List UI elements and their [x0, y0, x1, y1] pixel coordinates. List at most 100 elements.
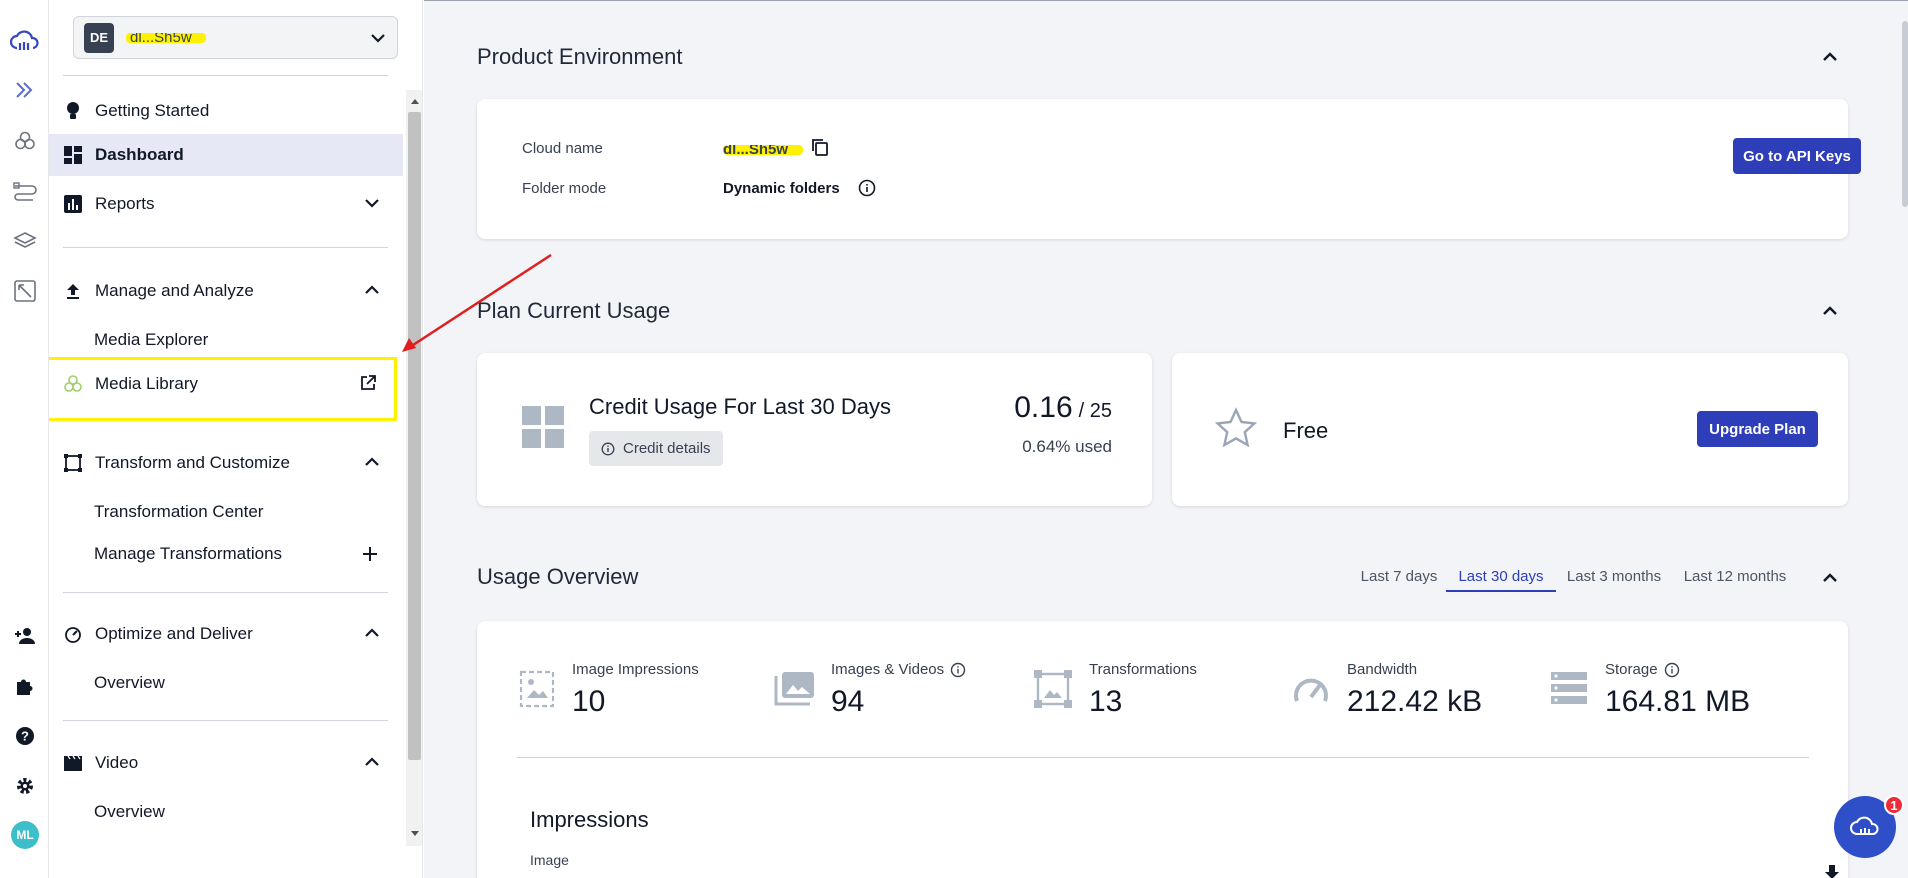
credit-details-label: Credit details [623, 440, 711, 457]
nav-getting-started[interactable]: Getting Started [49, 90, 403, 132]
credit-percent: 0.64% used [1022, 437, 1112, 456]
credit-usage-title: Credit Usage For Last 30 Days [589, 394, 892, 419]
credit-total: / 25 [1078, 400, 1112, 422]
nav-manage-analyze[interactable]: Manage and Analyze [49, 270, 403, 312]
nav-label: Optimize and Deliver [95, 624, 253, 643]
product-environment-card: Cloud name dl...Sh5w Folder mode Dynamic… [477, 99, 1861, 239]
nav-manage-transformations[interactable]: Manage Transformations [94, 537, 282, 571]
nav-label: Getting Started [95, 101, 210, 120]
images-videos-icon [774, 670, 816, 706]
folder-mode-value: Dynamic folders [723, 180, 840, 197]
clapperboard-icon [63, 753, 83, 773]
nav-transform-customize[interactable]: Transform and Customize [49, 442, 403, 484]
chevron-up-icon[interactable] [1818, 45, 1842, 69]
stat-label-storage: Storage [1605, 661, 1680, 678]
section-title-product-environment: Product Environment [477, 44, 683, 69]
info-icon[interactable] [1664, 662, 1680, 678]
divider [63, 247, 388, 248]
notification-badge: 1 [1884, 795, 1904, 815]
nav-dashboard[interactable]: Dashboard [49, 134, 403, 176]
nav-reports[interactable]: Reports [49, 183, 403, 225]
impressions-subtitle: Image [530, 852, 569, 868]
chevron-up-icon[interactable] [363, 453, 381, 471]
tab-last-12-months[interactable]: Last 12 months [1676, 562, 1794, 592]
info-icon[interactable] [858, 179, 876, 197]
scroll-up-arrow-icon[interactable] [406, 92, 422, 109]
tab-last-7-days[interactable]: Last 7 days [1354, 562, 1444, 592]
stat-value-images-videos: 94 [831, 685, 865, 718]
lightbulb-icon [63, 101, 83, 121]
go-to-api-keys-button[interactable]: Go to API Keys [1733, 138, 1861, 174]
main-scrollbar-thumb[interactable] [1902, 21, 1908, 207]
storage-icon [1551, 672, 1587, 704]
chevron-up-icon[interactable] [363, 753, 381, 771]
info-icon [601, 442, 615, 456]
speedometer-icon [63, 624, 83, 644]
section-title-usage-overview: Usage Overview [477, 564, 639, 589]
stat-value-storage: 164.81 MB [1605, 685, 1751, 718]
nav-transformation-center[interactable]: Transformation Center [94, 495, 263, 529]
credit-usage-card: Credit Usage For Last 30 Days Credit det… [477, 353, 1152, 506]
tab-last-3-months[interactable]: Last 3 months [1560, 562, 1668, 592]
user-avatar[interactable]: ML [11, 821, 39, 849]
layers-icon[interactable] [8, 224, 41, 257]
credit-details-button[interactable]: Credit details [589, 431, 723, 466]
sidebar: DE dl...Sh5w Getting Started Dashboard R… [49, 0, 423, 878]
stat-value-bandwidth: 212.42 kB [1347, 685, 1483, 718]
help-icon[interactable]: ? [8, 719, 41, 752]
chevron-up-icon[interactable] [363, 281, 381, 299]
upgrade-plan-button[interactable]: Upgrade Plan [1697, 411, 1818, 447]
nav-optimize-deliver[interactable]: Optimize and Deliver [49, 613, 403, 655]
chevron-down-icon[interactable] [363, 194, 381, 212]
usage-overview-card: Image Impressions 10 Images & Videos 94 … [477, 621, 1848, 878]
stat-label-image-impressions: Image Impressions [572, 661, 699, 678]
sidebar-scrollbar-thumb[interactable] [408, 112, 421, 760]
nav-video[interactable]: Video [49, 742, 403, 784]
stat-label-images-videos: Images & Videos [831, 661, 966, 678]
star-icon [1215, 407, 1257, 449]
divider [63, 720, 388, 721]
crop-tool-icon[interactable] [8, 274, 41, 307]
nav-label: Dashboard [95, 145, 184, 164]
nav-label: Manage and Analyze [95, 281, 254, 300]
environment-selector[interactable]: DE dl...Sh5w [73, 16, 398, 59]
stat-value-transformations: 13 [1089, 685, 1123, 718]
info-icon[interactable] [950, 662, 966, 678]
plan-card: Free Upgrade Plan [1172, 353, 1848, 506]
stat-label-transformations: Transformations [1089, 661, 1197, 678]
image-impressions-icon [519, 670, 555, 708]
nav-label: Reports [95, 194, 155, 213]
nav-video-overview[interactable]: Overview [94, 795, 165, 829]
copy-icon[interactable] [810, 137, 830, 157]
nav-media-explorer[interactable]: Media Explorer [94, 323, 208, 357]
transformations-icon [1034, 670, 1072, 708]
credit-amount: 0.16 / 25 [1014, 391, 1112, 425]
add-user-icon[interactable] [8, 619, 41, 652]
main-content: Product Environment Cloud name dl...Sh5w… [424, 0, 1908, 878]
chevron-up-icon[interactable] [363, 624, 381, 642]
stat-label-text: Storage [1605, 661, 1658, 678]
divider [63, 75, 388, 76]
chevron-up-icon[interactable] [1818, 566, 1842, 590]
nav-optimize-overview[interactable]: Overview [94, 666, 165, 700]
icon-rail: ? ML [0, 0, 49, 878]
plus-icon[interactable] [361, 545, 379, 563]
credit-used: 0.16 [1014, 391, 1073, 424]
scroll-down-arrow-icon[interactable] [406, 825, 422, 842]
transform-icon [63, 453, 83, 473]
nav-label: Transform and Customize [95, 453, 290, 472]
tab-last-30-days[interactable]: Last 30 days [1446, 562, 1556, 592]
cloudinary-logo-icon[interactable] [8, 24, 41, 57]
settings-gear-icon[interactable] [8, 769, 41, 802]
divider [517, 757, 1809, 758]
upload-icon [63, 281, 83, 301]
chevron-up-icon[interactable] [1818, 299, 1842, 323]
double-chevron-icon[interactable] [8, 73, 41, 106]
assets-icon[interactable] [8, 124, 41, 157]
pipeline-icon[interactable] [8, 174, 41, 207]
stat-label-bandwidth: Bandwidth [1347, 661, 1418, 678]
nav-label: Video [95, 753, 139, 772]
puzzle-icon[interactable] [8, 669, 41, 702]
impressions-title: Impressions [530, 807, 649, 832]
download-icon[interactable] [1823, 863, 1841, 878]
